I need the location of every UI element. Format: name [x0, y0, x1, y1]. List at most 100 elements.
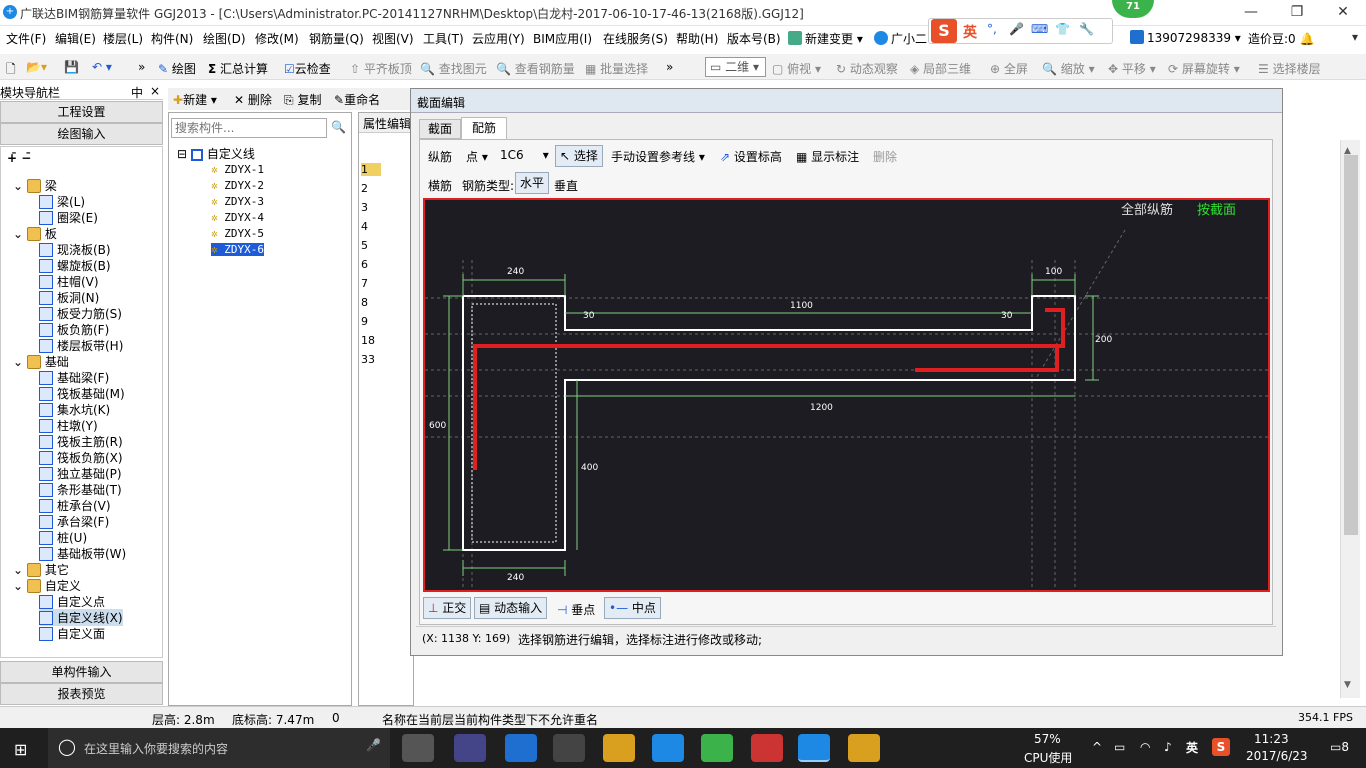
open-file-icon[interactable]: 📂▾ [26, 60, 47, 74]
toolbar-more-icon[interactable]: » [138, 60, 145, 74]
browser-icon[interactable] [701, 734, 733, 762]
tray-arrow-icon[interactable]: ^ [1092, 740, 1102, 754]
set-elevation-button[interactable]: ⇗ 设置标高 [720, 148, 782, 165]
volume-icon[interactable]: ♪ [1164, 740, 1172, 754]
tree-folder[interactable]: ⌄ 基础 [13, 353, 69, 370]
local-3d-button[interactable]: ◈ 局部三维 [910, 60, 971, 77]
tree-item[interactable]: 基础梁(F) [39, 369, 109, 386]
task-view-icon[interactable] [402, 734, 434, 762]
cloud-check-button[interactable]: ☑云检查 [284, 60, 331, 77]
select-button[interactable]: ↖ 选择 [555, 145, 603, 167]
find-element-button[interactable]: 🔍 查找图元 [420, 60, 487, 77]
dim-c2[interactable]: 30 [1001, 311, 1013, 321]
tree-root[interactable]: ⊟ 自定义线 [177, 145, 255, 162]
zoom-button[interactable]: 🔍 缩放 ▾ [1042, 60, 1095, 77]
restore-button[interactable]: ❐ [1274, 0, 1320, 26]
user-account[interactable]: 13907298339 ▾ [1130, 30, 1241, 45]
tree-item[interactable]: 自定义面 [39, 625, 105, 642]
perpendicular-button[interactable]: ⊣ 垂点 [557, 601, 595, 618]
glodon-icon[interactable] [652, 734, 684, 762]
expand-icon[interactable]: ⌄ [13, 563, 27, 577]
tree-item[interactable]: 板受力筋(S) [39, 305, 122, 322]
new-file-icon[interactable]: 🗋 [6, 60, 16, 81]
calc-button[interactable]: Σ 汇总计算 [208, 60, 268, 77]
draw-input-button[interactable]: 绘图输入 [0, 123, 163, 145]
toolbar-more-icon-2[interactable]: » [666, 60, 673, 74]
dim-left[interactable]: 600 [429, 421, 446, 431]
copy-component-button[interactable]: ⎘ 复制 [284, 91, 321, 108]
tree-item[interactable]: 圈梁(E) [39, 209, 98, 226]
property-row-number[interactable]: 18 [361, 334, 381, 347]
dim-inner[interactable]: 400 [581, 463, 598, 473]
rebar-spec-select[interactable]: 1C6 ▾ [500, 148, 549, 162]
tree-folder[interactable]: ⌄ 其它 [13, 561, 69, 578]
single-input-button[interactable]: 单构件输入 [0, 661, 163, 683]
tree-item[interactable]: 独立基础(P) [39, 465, 122, 482]
expand-all-icon[interactable]: +̄ −̄ [7, 151, 31, 165]
dim-c1[interactable]: 30 [583, 311, 595, 321]
notes-icon[interactable] [848, 734, 880, 762]
expand-icon[interactable]: ⌄ [13, 579, 27, 593]
component-item[interactable]: ✲ ZDYX-5 [211, 227, 264, 240]
expand-icon[interactable]: ⌄ [13, 179, 27, 193]
tree-item[interactable]: 柱帽(V) [39, 273, 99, 290]
view-mode-select[interactable]: ▭ 二维 ▾ [705, 57, 766, 77]
nav-pin-icon[interactable]: 中 [131, 84, 143, 101]
guangxiaoer-button[interactable]: 广小二 [874, 30, 927, 47]
tree-item[interactable]: 自定义点 [39, 593, 105, 610]
point-mode-select[interactable]: 点 ▾ [466, 148, 488, 165]
property-row-number[interactable]: 33 [361, 353, 381, 366]
component-item[interactable]: ✲ ZDYX-6 [211, 243, 264, 256]
show-dims-button[interactable]: ▦ 显示标注 [796, 148, 859, 165]
midpoint-button[interactable]: •— 中点 [604, 597, 661, 619]
tree-item[interactable]: 柱墩(Y) [39, 417, 98, 434]
tree-item[interactable]: 集水坑(K) [39, 401, 110, 418]
rename-component-button[interactable]: ✎重命名 [334, 91, 380, 108]
property-row-number[interactable]: 8 [361, 296, 381, 309]
tree-folder[interactable]: ⌄ 自定义 [13, 577, 81, 594]
component-item[interactable]: ✲ ZDYX-1 [211, 163, 264, 176]
tree-item[interactable]: 筏板负筋(X) [39, 449, 123, 466]
search-icon[interactable]: 🔍 [331, 120, 346, 134]
select-floor-button[interactable]: ☰ 选择楼层 [1258, 60, 1321, 77]
dim-bottom[interactable]: 240 [507, 573, 524, 583]
tree-folder[interactable]: ⌄ 梁 [13, 177, 57, 194]
menu-draw[interactable]: 绘图(D) [203, 30, 246, 47]
main-scrollbar[interactable]: ▲ ▼ [1340, 140, 1360, 698]
edge-icon[interactable] [505, 734, 537, 762]
property-row-number[interactable]: 2 [361, 182, 381, 195]
save-icon[interactable]: 💾 [64, 60, 79, 74]
menu-bim[interactable]: BIM应用(I) [533, 30, 592, 47]
property-row-number[interactable]: 1 [361, 163, 381, 176]
tab-section[interactable]: 截面 [419, 119, 461, 139]
delete-rebar-button[interactable]: 删除 [873, 148, 897, 165]
wifi-icon[interactable]: ◠ [1140, 740, 1150, 754]
new-component-button[interactable]: ✚新建 ▾ [173, 91, 217, 108]
dim-top-right[interactable]: 100 [1045, 267, 1062, 277]
minimize-button[interactable]: — [1228, 0, 1274, 26]
scroll-thumb[interactable] [1344, 155, 1358, 535]
menu-floor[interactable]: 楼层(L) [103, 30, 143, 47]
menu-view[interactable]: 视图(V) [372, 30, 414, 47]
undo-icon[interactable]: ↶ ▾ [92, 60, 112, 74]
tree-item[interactable]: 梁(L) [39, 193, 85, 210]
ortho-button[interactable]: ⊥ 正交 [423, 597, 472, 619]
nav-close-icon[interactable]: × [150, 84, 160, 98]
menu-file[interactable]: 文件(F) [6, 30, 46, 47]
tree-item[interactable]: 现浇板(B) [39, 241, 111, 258]
property-row-number[interactable]: 6 [361, 258, 381, 271]
close-button[interactable]: ✕ [1320, 0, 1366, 26]
tree-item[interactable]: 楼层板带(H) [39, 337, 123, 354]
sogou-tray-icon[interactable]: S [1212, 738, 1230, 756]
manual-reference-button[interactable]: 手动设置参考线 ▾ [611, 148, 705, 165]
new-change-button[interactable]: 新建变更 ▾ [788, 30, 863, 47]
expand-icon[interactable]: ⌄ [13, 227, 27, 241]
app-icon-1[interactable] [454, 734, 486, 762]
report-preview-button[interactable]: 报表预览 [0, 683, 163, 705]
menu-online[interactable]: 在线服务(S) [603, 30, 668, 47]
property-row-number[interactable]: 5 [361, 239, 381, 252]
notification-icon[interactable]: ▭8 [1330, 740, 1349, 754]
dynamic-input-button[interactable]: ▤ 动态输入 [474, 597, 548, 619]
menu-component[interactable]: 构件(N) [151, 30, 193, 47]
component-item[interactable]: ✲ ZDYX-4 [211, 211, 264, 224]
